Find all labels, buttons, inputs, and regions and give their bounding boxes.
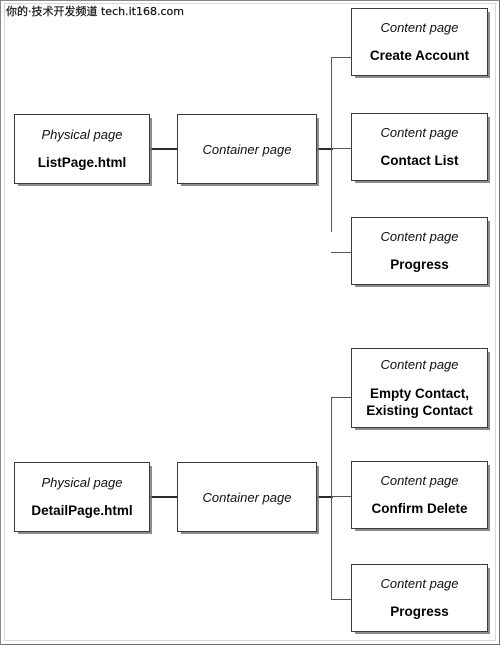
watermark-text: 你的·技术开发频道 tech.it168.com [6, 5, 184, 18]
node-physical-page-listpage[interactable]: Physical page ListPage.html [14, 114, 150, 184]
node-content-page-empty-existing-contact[interactable]: Content page Empty Contact, Existing Con… [351, 348, 488, 428]
node-kind-label: Content page [380, 576, 459, 591]
node-title-label: Progress [390, 604, 449, 619]
node-kind-label: Content page [380, 125, 459, 140]
connector-branch-1-1 [331, 57, 352, 58]
node-content-page-contact-list[interactable]: Content page Contact List [351, 113, 488, 181]
connector-branch-1-2 [331, 148, 352, 149]
node-kind-label: Content page [380, 229, 459, 244]
node-title-label: Empty Contact, Existing Contact [366, 386, 473, 418]
node-kind-label: Content page [380, 20, 459, 35]
node-title-label: ListPage.html [37, 155, 127, 170]
node-kind-label: Content page [380, 357, 459, 372]
connector-trunk-2 [331, 397, 332, 599]
connector-branch-1-3 [331, 252, 352, 253]
diagram-page: 你的·技术开发频道 tech.it168.com Physical page L… [0, 0, 500, 645]
node-kind-label: Physical page [41, 475, 123, 490]
page-frame [0, 0, 500, 645]
connector-branch-2-2 [331, 496, 352, 497]
node-kind-label: Content page [380, 473, 459, 488]
connector-physical-to-container-2 [150, 496, 177, 498]
node-kind-label: Container page [202, 141, 292, 157]
connector-trunk-1 [331, 57, 332, 232]
node-physical-page-detailpage[interactable]: Physical page DetailPage.html [14, 462, 150, 532]
node-title-label: Confirm Delete [371, 501, 468, 516]
node-title-label: Progress [390, 257, 449, 272]
node-title-label: Contact List [380, 153, 459, 168]
node-kind-label: Container page [202, 489, 292, 505]
node-kind-label: Physical page [41, 127, 123, 142]
connector-branch-2-3 [331, 599, 352, 600]
connector-physical-to-container-1 [150, 148, 177, 150]
node-container-page-2[interactable]: Container page [177, 462, 317, 532]
node-content-page-progress-2[interactable]: Content page Progress [351, 564, 488, 632]
node-content-page-create-account[interactable]: Content page Create Account [351, 8, 488, 76]
node-title-label: Create Account [369, 48, 470, 63]
node-container-page-1[interactable]: Container page [177, 114, 317, 184]
node-title-label: DetailPage.html [31, 503, 133, 518]
connector-branch-2-1 [331, 397, 352, 398]
page-frame-inner [4, 3, 496, 641]
node-content-page-confirm-delete[interactable]: Content page Confirm Delete [351, 461, 488, 529]
node-content-page-progress-1[interactable]: Content page Progress [351, 217, 488, 285]
